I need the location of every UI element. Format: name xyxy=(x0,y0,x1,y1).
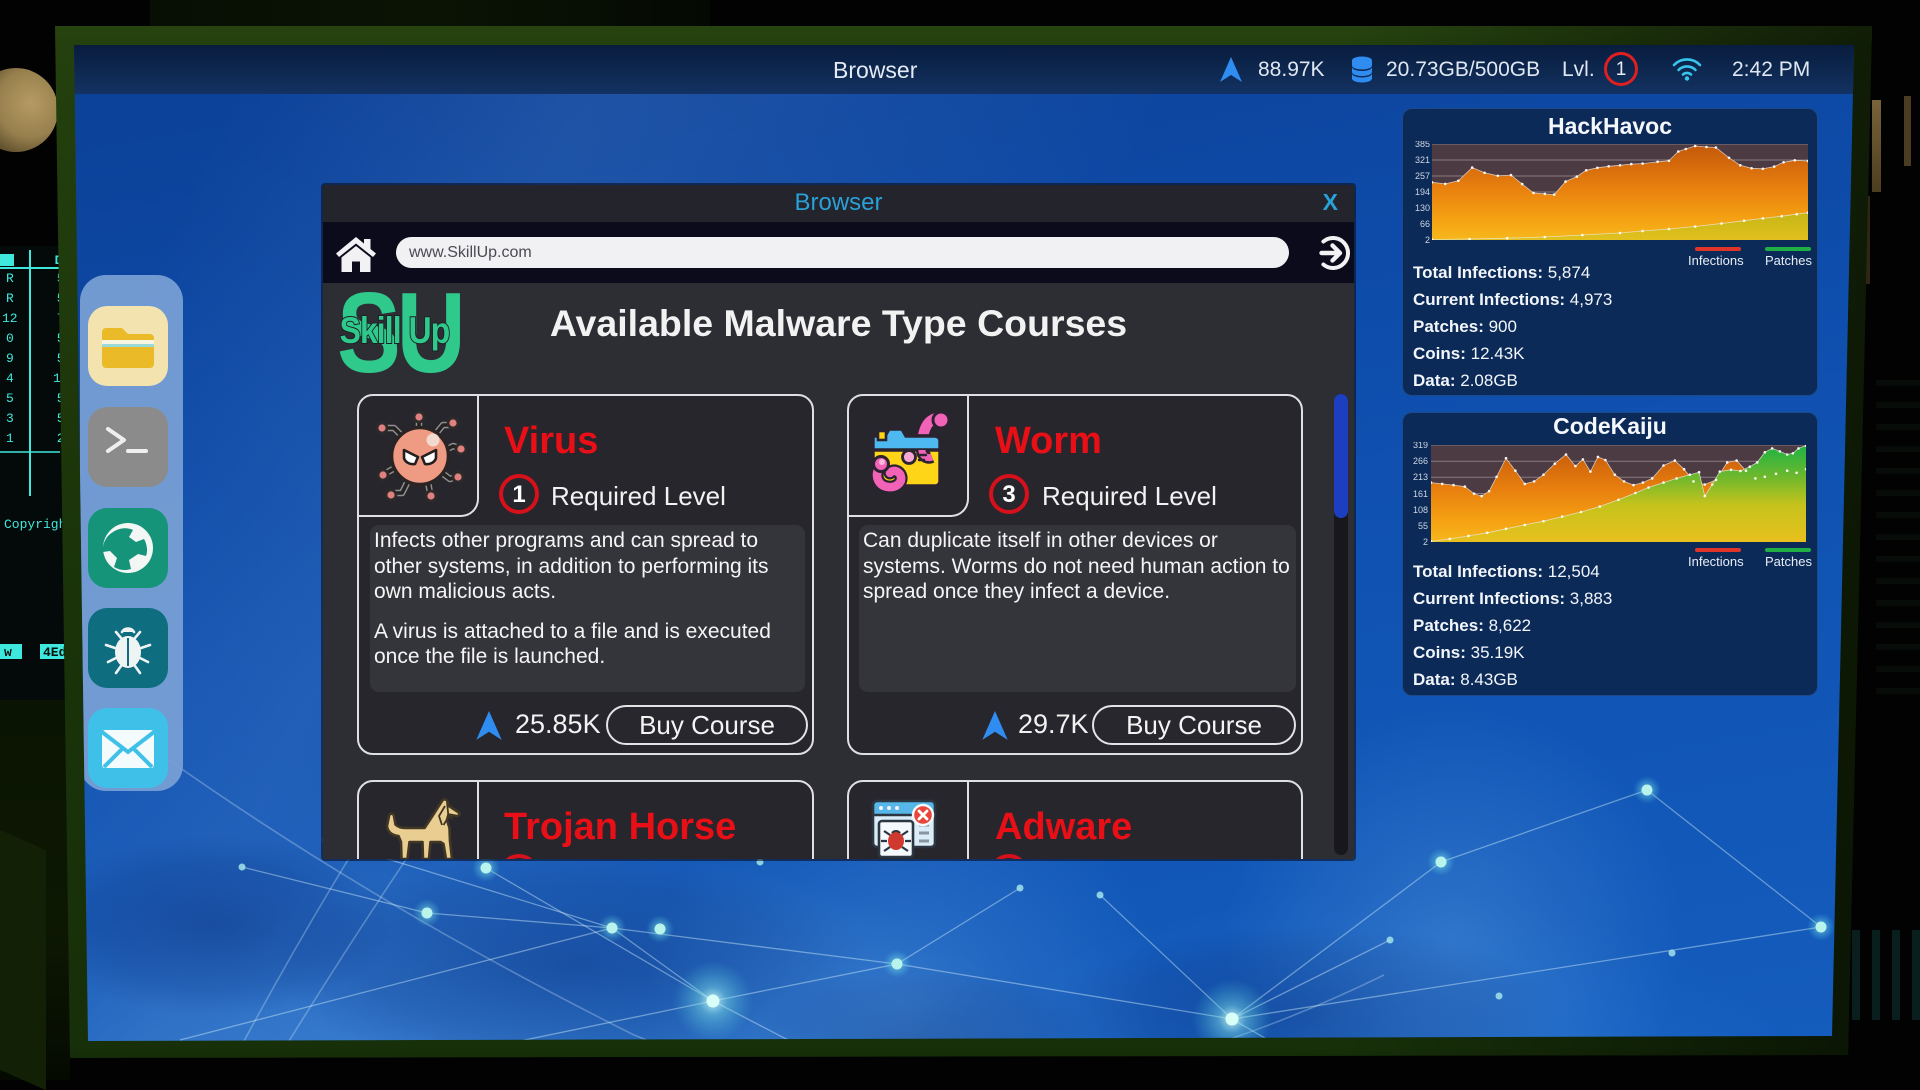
svg-text:161: 161 xyxy=(1413,489,1428,499)
svg-text:257: 257 xyxy=(1415,171,1430,181)
svg-text:R: R xyxy=(6,291,14,306)
svg-text:2: 2 xyxy=(1425,235,1430,243)
svg-text:Copyrigh: Copyrigh xyxy=(4,517,66,532)
svg-text:385: 385 xyxy=(1415,141,1430,149)
svg-text:130: 130 xyxy=(1415,203,1430,213)
svg-text:0: 0 xyxy=(6,331,14,346)
svg-text:3: 3 xyxy=(6,411,14,426)
svg-text:w: w xyxy=(4,645,12,660)
svg-text:66: 66 xyxy=(1420,219,1430,229)
svg-text:321: 321 xyxy=(1415,155,1430,165)
svg-text:319: 319 xyxy=(1413,442,1428,450)
svg-text:5: 5 xyxy=(6,391,14,406)
svg-text:213: 213 xyxy=(1413,472,1428,482)
svg-text:9: 9 xyxy=(6,351,14,366)
svg-text:1: 1 xyxy=(6,431,14,446)
svg-text:266: 266 xyxy=(1413,456,1428,466)
svg-text:12: 12 xyxy=(2,311,18,326)
svg-text:194: 194 xyxy=(1415,187,1430,197)
svg-text:R: R xyxy=(6,271,14,286)
svg-text:108: 108 xyxy=(1413,505,1428,515)
svg-text:4: 4 xyxy=(6,371,14,386)
svg-text:2: 2 xyxy=(1423,537,1428,545)
svg-text:55: 55 xyxy=(1418,521,1428,531)
